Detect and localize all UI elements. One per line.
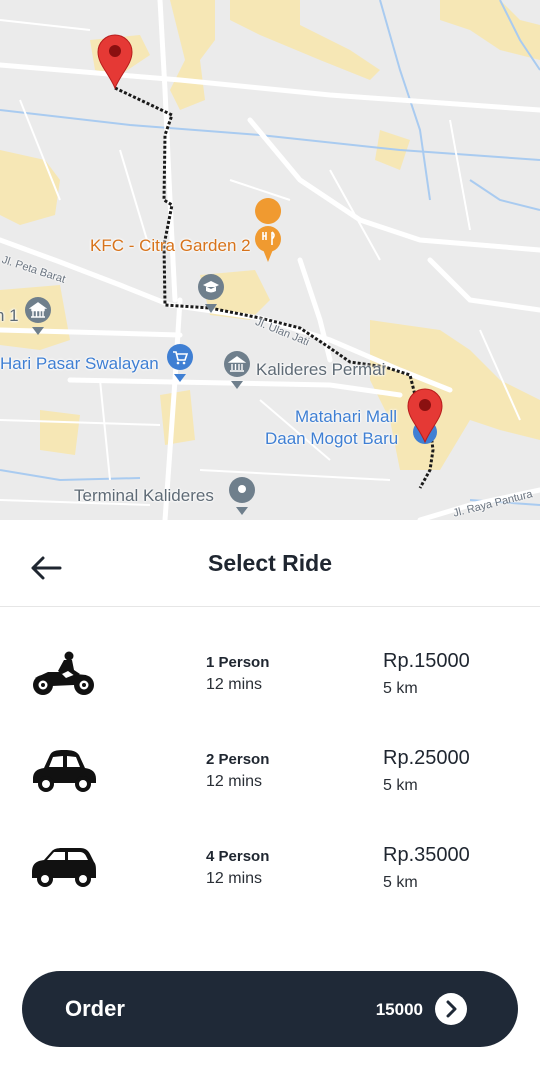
- map-view[interactable]: KFC - Citra Garden 2 Hari Pasar Swalayan…: [0, 0, 540, 520]
- ride-option-motorcycle[interactable]: 1 Person 12 mins Rp.15000 5 km: [0, 650, 540, 730]
- map-label-edge: n 1: [0, 306, 19, 325]
- chevron-right-icon: [446, 1000, 457, 1018]
- map-label-kfc: KFC - Citra Garden 2: [90, 236, 251, 255]
- ride-price: Rp.15000: [383, 650, 470, 672]
- car-icon: [33, 750, 96, 792]
- sheet-header: Select Ride: [0, 520, 540, 607]
- ride-selection-sheet: Select Ride 1 Person 12 mins Rp.15000 5 …: [0, 520, 540, 1072]
- order-go-button[interactable]: [435, 993, 467, 1025]
- map-label-matahari-line1: Matahari Mall: [295, 407, 398, 426]
- ride-price: Rp.35000: [383, 844, 470, 866]
- order-amount: 15000: [375, 1000, 423, 1019]
- ride-distance: 5 km: [383, 874, 418, 891]
- ride-persons: 2 Person: [206, 751, 270, 768]
- ride-persons: 4 Person: [206, 848, 270, 865]
- order-button[interactable]: Order 15000: [22, 971, 518, 1047]
- map-label-matahari-line2: Daan Mogot Baru: [265, 429, 399, 448]
- order-label: Order: [65, 996, 125, 1021]
- page-title: Select Ride: [208, 550, 332, 576]
- map-label-kalideres-permai: Kalideres Permai: [256, 360, 386, 379]
- ride-price: Rp.25000: [383, 747, 470, 769]
- ride-distance: 5 km: [383, 777, 418, 794]
- ride-eta: 12 mins: [206, 870, 263, 887]
- ride-option-car[interactable]: 2 Person 12 mins Rp.25000 5 km: [0, 747, 540, 827]
- ride-persons: 1 Person: [206, 654, 270, 671]
- map-label-pasar-swalayan: Hari Pasar Swalayan: [0, 354, 159, 373]
- suv-icon: [32, 848, 96, 887]
- map-label-terminal: Terminal Kalideres: [74, 486, 214, 505]
- ride-option-suv[interactable]: 4 Person 12 mins Rp.35000 5 km: [0, 844, 540, 924]
- ride-distance: 5 km: [383, 680, 418, 697]
- motorcycle-icon: [33, 651, 94, 695]
- ride-eta: 12 mins: [206, 676, 263, 693]
- ride-eta: 12 mins: [206, 773, 263, 790]
